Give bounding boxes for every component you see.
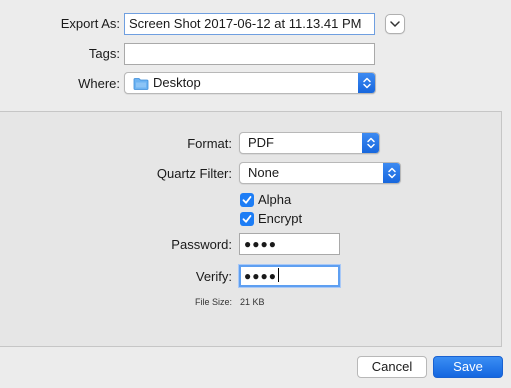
text-cursor	[278, 268, 279, 282]
quartz-filter-value: None	[248, 165, 280, 180]
export-as-value: Screen Shot 2017-06-12 at 11.13.41 PM	[129, 16, 362, 31]
export-as-field[interactable]: Screen Shot 2017-06-12 at 11.13.41 PM	[124, 13, 375, 35]
export-as-label: Export As:	[60, 16, 120, 31]
password-value: ●●●●	[244, 237, 277, 251]
where-value: Desktop	[153, 75, 201, 90]
format-stepper	[362, 133, 379, 153]
folder-icon	[133, 78, 149, 90]
where-label: Where:	[78, 76, 120, 91]
up-down-arrows-icon	[388, 167, 396, 179]
expand-dialog-button[interactable]	[385, 14, 405, 34]
encrypt-checkbox[interactable]	[240, 212, 254, 226]
quartz-filter-popup[interactable]: None	[239, 162, 401, 184]
up-down-arrows-icon	[363, 77, 371, 89]
tags-label: Tags:	[88, 46, 120, 61]
checkmark-icon	[242, 215, 252, 223]
encrypt-label: Encrypt	[258, 211, 303, 226]
save-button[interactable]: Save	[433, 356, 503, 378]
tags-field[interactable]	[124, 43, 375, 65]
format-value: PDF	[248, 135, 274, 150]
file-size-value: 21 KB	[240, 297, 265, 307]
password-field[interactable]: ●●●●	[239, 233, 340, 255]
where-popup[interactable]: Desktop	[124, 72, 376, 94]
verify-value: ●●●●	[244, 269, 277, 283]
format-popup[interactable]: PDF	[239, 132, 380, 154]
quartz-filter-stepper	[383, 163, 400, 183]
up-down-arrows-icon	[367, 137, 375, 149]
verify-label: Verify:	[195, 269, 232, 284]
cancel-button[interactable]: Cancel	[357, 356, 427, 378]
chevron-down-icon	[390, 21, 400, 28]
alpha-checkbox[interactable]	[240, 193, 254, 207]
file-size-label: File Size:	[194, 297, 232, 307]
format-label: Format:	[187, 136, 232, 151]
alpha-label: Alpha	[258, 192, 292, 207]
verify-field[interactable]: ●●●●	[239, 265, 340, 287]
quartz-filter-label: Quartz Filter:	[156, 166, 232, 181]
password-label: Password:	[171, 237, 232, 252]
checkmark-icon	[242, 196, 252, 204]
where-stepper	[358, 73, 375, 93]
